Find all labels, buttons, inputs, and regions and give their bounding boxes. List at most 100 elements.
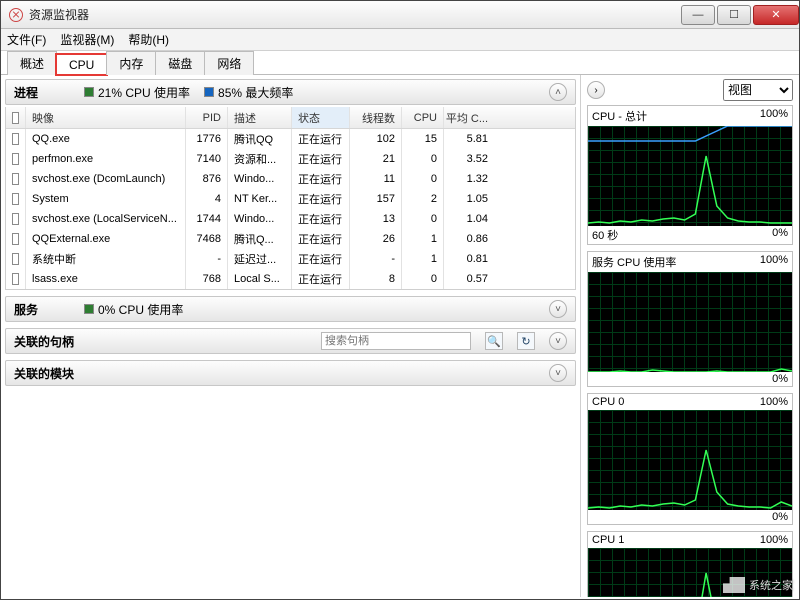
expand-modules-icon[interactable]: ˅ (549, 364, 567, 382)
expand-handles-icon[interactable]: ˅ (549, 332, 567, 350)
cell-avg: 5.81 (444, 129, 494, 149)
col-avg[interactable]: 平均 C... (444, 107, 494, 128)
row-checkbox[interactable] (12, 193, 19, 205)
cell-image: 系统中断 (26, 249, 186, 269)
col-pid[interactable]: PID (186, 107, 228, 128)
cell-status: 正在运行 (292, 269, 350, 289)
table-row[interactable]: 系统中断-延迟过...正在运行-10.81 (6, 249, 575, 269)
chart-foot-right: 0% (772, 373, 788, 385)
modules-title: 关联的模块 (14, 365, 74, 382)
cell-image: perfmon.exe (26, 149, 186, 169)
col-threads[interactable]: 线程数 (350, 107, 402, 128)
cell-status: 正在运行 (292, 129, 350, 149)
tab-network[interactable]: 网络 (204, 51, 254, 75)
cell-cpu: 0 (402, 169, 444, 189)
left-pane: 进程 21% CPU 使用率 85% 最大频率 ˄ 映像 PID 描述 状态 线… (1, 75, 581, 597)
cell-avg: 1.05 (444, 189, 494, 209)
cpu-usage-icon (84, 87, 94, 97)
cell-threads: 26 (350, 229, 402, 249)
cell-pid: 7468 (186, 229, 228, 249)
row-checkbox[interactable] (12, 273, 19, 285)
table-row[interactable]: lsass.exe768Local S...正在运行800.57 (6, 269, 575, 289)
cell-desc: 腾讯QQ (228, 129, 292, 149)
tab-overview[interactable]: 概述 (7, 51, 57, 75)
row-checkbox[interactable] (12, 253, 19, 265)
chart-pct: 100% (760, 108, 788, 124)
view-select[interactable]: 视图 (723, 79, 793, 101)
tabs: 概述 CPU 内存 磁盘 网络 (1, 51, 799, 75)
table-row[interactable]: System4NT Ker...正在运行15721.05 (6, 189, 575, 209)
search-icon[interactable]: 🔍 (485, 332, 503, 350)
tab-disk[interactable]: 磁盘 (155, 51, 205, 75)
select-all-checkbox[interactable] (12, 112, 19, 124)
col-image[interactable]: 映像 (26, 107, 186, 128)
cell-cpu: 0 (402, 269, 444, 289)
col-status[interactable]: 状态 (292, 107, 350, 128)
cell-status: 正在运行 (292, 209, 350, 229)
menubar: 文件(F) 监视器(M) 帮助(H) (1, 29, 799, 51)
cell-status: 正在运行 (292, 229, 350, 249)
section-modules-header[interactable]: 关联的模块 ˅ (5, 360, 576, 386)
app-icon (9, 8, 23, 22)
cell-threads: 13 (350, 209, 402, 229)
tab-cpu[interactable]: CPU (56, 54, 107, 75)
cell-image: svchost.exe (LocalServiceN... (26, 209, 186, 229)
cell-threads: 157 (350, 189, 402, 209)
cell-status: 正在运行 (292, 169, 350, 189)
cell-desc: 资源和... (228, 149, 292, 169)
menu-monitor[interactable]: 监视器(M) (60, 31, 114, 48)
services-title: 服务 (14, 301, 70, 318)
maximize-button[interactable]: ☐ (717, 5, 751, 25)
cell-pid: 4 (186, 189, 228, 209)
cell-cpu: 0 (402, 149, 444, 169)
table-row[interactable]: svchost.exe (DcomLaunch)876Windo...正在运行1… (6, 169, 575, 189)
watermark-text: 系统之家 (749, 577, 793, 593)
table-row[interactable]: svchost.exe (LocalServiceN...1744Windo..… (6, 209, 575, 229)
processes-table: 映像 PID 描述 状态 线程数 CPU 平均 C... QQ.exe1776腾… (5, 107, 576, 290)
col-cpu[interactable]: CPU (402, 107, 444, 128)
expand-services-icon[interactable]: ˅ (549, 300, 567, 318)
row-checkbox[interactable] (12, 173, 19, 185)
window-title: 资源监视器 (29, 6, 679, 23)
cell-pid: 876 (186, 169, 228, 189)
row-checkbox[interactable] (12, 233, 19, 245)
cell-avg: 0.81 (444, 249, 494, 269)
refresh-icon[interactable]: ↻ (517, 332, 535, 350)
row-checkbox[interactable] (12, 153, 19, 165)
chart-pct: 100% (760, 254, 788, 270)
chart-foot-right: 0% (772, 227, 788, 243)
table-header: 映像 PID 描述 状态 线程数 CPU 平均 C... (6, 107, 575, 129)
menu-file[interactable]: 文件(F) (7, 31, 46, 48)
search-handles-input[interactable] (321, 332, 471, 350)
collapse-processes-icon[interactable]: ˄ (549, 83, 567, 101)
close-button[interactable]: ✕ (753, 5, 799, 25)
row-checkbox[interactable] (12, 213, 19, 225)
cell-desc: 延迟过... (228, 249, 292, 269)
section-handles-header[interactable]: 关联的句柄 🔍 ↻ ˅ (5, 328, 576, 354)
menu-help[interactable]: 帮助(H) (128, 31, 169, 48)
row-checkbox[interactable] (12, 133, 19, 145)
chart-plot (588, 410, 792, 510)
cell-image: QQ.exe (26, 129, 186, 149)
cell-threads: 102 (350, 129, 402, 149)
max-freq-icon (204, 87, 214, 97)
minimize-button[interactable]: — (681, 5, 715, 25)
col-desc[interactable]: 描述 (228, 107, 292, 128)
table-row[interactable]: perfmon.exe7140资源和...正在运行2103.52 (6, 149, 575, 169)
section-services-header[interactable]: 服务 0% CPU 使用率 ˅ (5, 296, 576, 322)
cell-threads: 21 (350, 149, 402, 169)
titlebar: 资源监视器 — ☐ ✕ (1, 1, 799, 29)
cell-desc: 腾讯Q... (228, 229, 292, 249)
tab-memory[interactable]: 内存 (106, 51, 156, 75)
cell-avg: 0.86 (444, 229, 494, 249)
cell-image: svchost.exe (DcomLaunch) (26, 169, 186, 189)
max-freq-label: 85% 最大频率 (218, 84, 293, 101)
chart-plot (588, 272, 792, 372)
cell-avg: 3.52 (444, 149, 494, 169)
chart-title: 服务 CPU 使用率 (592, 254, 676, 270)
table-row[interactable]: QQ.exe1776腾讯QQ正在运行102155.81 (6, 129, 575, 149)
collapse-right-icon[interactable]: › (587, 81, 605, 99)
cell-pid: 768 (186, 269, 228, 289)
section-processes-header[interactable]: 进程 21% CPU 使用率 85% 最大频率 ˄ (5, 79, 576, 105)
table-row[interactable]: QQExternal.exe7468腾讯Q...正在运行2610.86 (6, 229, 575, 249)
